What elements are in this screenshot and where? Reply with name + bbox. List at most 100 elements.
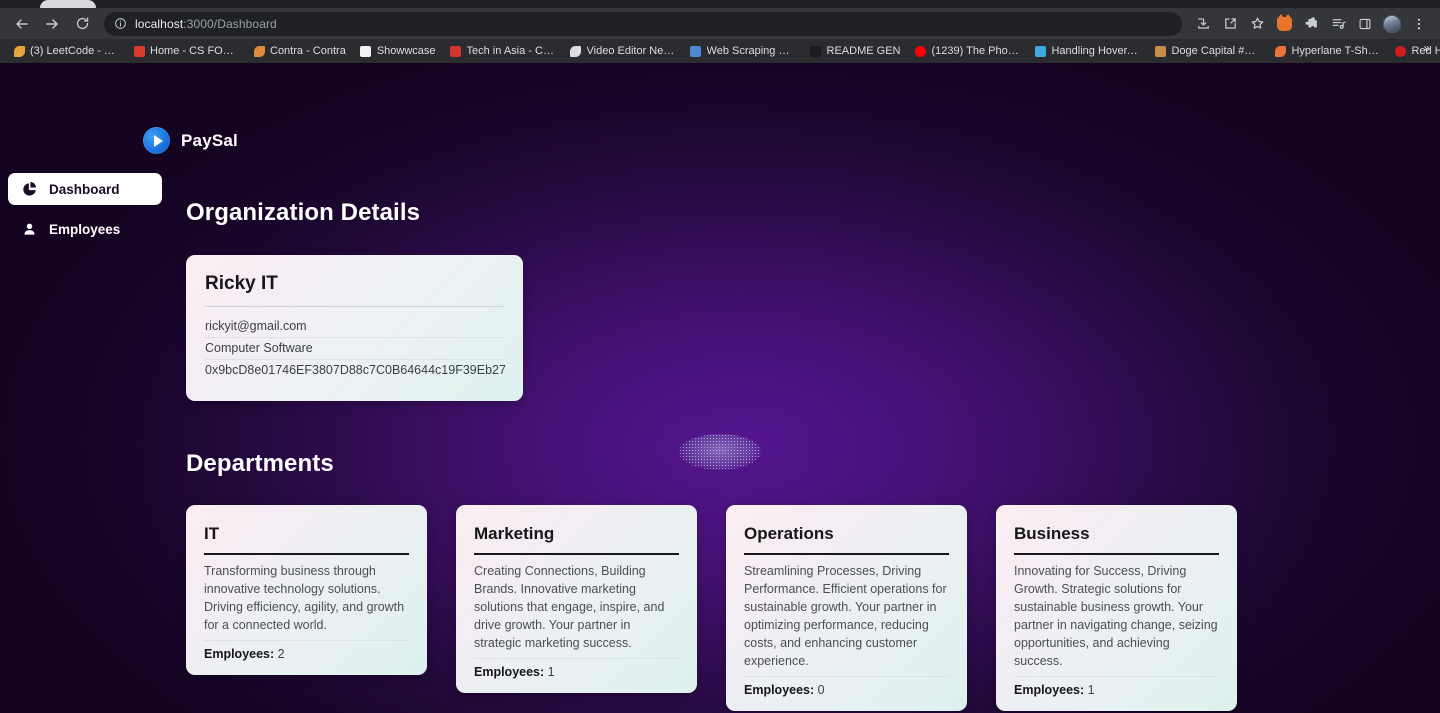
departments-grid: IT Transforming business through innovati…: [186, 505, 1440, 711]
css-tricks-icon: [1034, 45, 1046, 57]
bookmark-label: (3) LeetCode - The...: [30, 45, 119, 57]
bookmark-label: Doge Capital #0 -...: [1171, 45, 1261, 57]
info-circle-icon[interactable]: [114, 17, 127, 30]
department-employee-count: Employees: 1: [474, 659, 679, 679]
red-hen-lab-icon: [1394, 45, 1406, 57]
main-content: Organization Details Ricky IT rickyit@gm…: [186, 199, 1440, 711]
pie-chart-icon: [21, 181, 37, 197]
department-employee-count: Employees: 2: [204, 641, 409, 661]
bookmark-label: Video Editor Neede...: [586, 45, 676, 57]
toolbar-icon-group: [1190, 11, 1432, 37]
address-bar-url: localhost:3000/Dashboard: [135, 16, 277, 31]
employees-value: 1: [547, 665, 555, 679]
browser-tab-active[interactable]: [40, 0, 96, 8]
department-name: Business: [1014, 524, 1219, 555]
extensions-puzzle-icon[interactable]: [1298, 11, 1324, 37]
bookmark-item[interactable]: README GEN: [803, 43, 908, 59]
back-arrow-icon[interactable]: [8, 10, 36, 38]
department-description: Creating Connections, Building Brands. I…: [474, 562, 679, 659]
page-title-departments: Departments: [186, 450, 334, 477]
chrome-menu-icon[interactable]: [1406, 11, 1432, 37]
employees-label: Employees:: [744, 683, 815, 697]
side-panel-icon[interactable]: [1352, 11, 1378, 37]
tab-strip: [0, 0, 1440, 8]
brand-name: PaySal: [181, 130, 238, 150]
bookmark-item[interactable]: Showwcase: [353, 43, 443, 59]
bookmark-item[interactable]: (3) LeetCode - The...: [6, 43, 126, 59]
department-employee-count: Employees: 1: [1014, 677, 1219, 697]
bookmark-label: Hyperlane T-Shirt B...: [1291, 45, 1380, 57]
sidebar-item-dashboard[interactable]: Dashboard: [8, 173, 162, 205]
department-description: Transforming business through innovative…: [204, 562, 409, 641]
forward-arrow-icon[interactable]: [38, 10, 66, 38]
doge-capital-icon: [1154, 45, 1166, 57]
hyperlane-icon: [1274, 45, 1286, 57]
extension-fox-icon[interactable]: [1271, 11, 1297, 37]
employees-label: Employees:: [474, 665, 545, 679]
contra-icon: [253, 45, 265, 57]
readme-gen-icon: [810, 45, 822, 57]
department-description: Innovating for Success, Driving Growth. …: [1014, 562, 1219, 677]
app-page: PaySal Dashboard Employees Organization …: [0, 63, 1440, 713]
download-icon[interactable]: [1190, 11, 1216, 37]
tech-in-asia-icon: [450, 45, 462, 57]
bookmark-label: (1239) The Photo Al...: [931, 45, 1020, 57]
showwcase-icon: [360, 45, 372, 57]
bookmark-item[interactable]: Doge Capital #0 -...: [1147, 43, 1267, 59]
sidebar: Dashboard Employees: [0, 173, 170, 245]
organization-card: Ricky IT rickyit@gmail.com Computer Soft…: [186, 255, 523, 401]
department-card[interactable]: IT Transforming business through innovati…: [186, 505, 427, 675]
bookmark-item[interactable]: Web Scraping Usin...: [683, 43, 803, 59]
sidebar-item-label: Dashboard: [49, 181, 120, 197]
bookmark-item[interactable]: (1239) The Photo Al...: [907, 43, 1027, 59]
sidebar-item-employees[interactable]: Employees: [8, 213, 162, 245]
bookmark-label: README GEN: [826, 45, 901, 57]
employees-value: 2: [277, 647, 285, 661]
employees-label: Employees:: [204, 647, 275, 661]
bookmarks-overflow-button[interactable]: »: [1417, 41, 1436, 55]
department-name: Operations: [744, 524, 949, 555]
profile-avatar[interactable]: [1379, 11, 1405, 37]
bookmark-label: Tech in Asia - Conn...: [466, 45, 556, 57]
bookmark-item[interactable]: Home - CS FOR ALL: [126, 43, 246, 59]
department-name: Marketing: [474, 524, 679, 555]
bookmark-label: Showwcase: [376, 45, 436, 57]
organization-name: Ricky IT: [205, 273, 504, 307]
bookmark-item[interactable]: Tech in Asia - Conn...: [443, 43, 563, 59]
department-employee-count: Employees: 0: [744, 677, 949, 697]
paysal-play-logo-icon: [143, 127, 170, 154]
department-card[interactable]: Operations Streamlining Processes, Drivin…: [726, 505, 967, 711]
bookmark-item[interactable]: Hyperlane T-Shirt B...: [1267, 43, 1387, 59]
browser-window: localhost:3000/Dashboard (3) LeetCode - …: [0, 0, 1440, 713]
department-description: Streamlining Processes, Driving Performa…: [744, 562, 949, 677]
department-name: IT: [204, 524, 409, 555]
bookmark-label: Handling Hover, Fo...: [1051, 45, 1140, 57]
sidebar-item-label: Employees: [49, 221, 121, 237]
cs-for-all-icon: [133, 45, 145, 57]
bookmark-item[interactable]: Video Editor Neede...: [563, 43, 683, 59]
department-card[interactable]: Business Innovating for Success, Driving …: [996, 505, 1237, 711]
page-title-organization: Organization Details: [186, 199, 421, 226]
share-icon[interactable]: [1217, 11, 1243, 37]
bookmarks-bar: (3) LeetCode - The... Home - CS FOR ALL Co…: [0, 39, 1440, 63]
leetcode-icon: [13, 45, 25, 57]
bookmark-star-icon[interactable]: [1244, 11, 1270, 37]
browser-toolbar: localhost:3000/Dashboard: [0, 8, 1440, 39]
youtube-icon: [914, 45, 926, 57]
organization-industry: Computer Software: [205, 338, 504, 360]
reload-icon[interactable]: [68, 10, 96, 38]
brand-logo-group[interactable]: PaySal: [143, 127, 238, 154]
organization-wallet-address: 0x9bcD8e01746EF3807D88c7C0B64644c19F39Eb…: [205, 363, 506, 377]
bookmark-label: Contra - Contra: [270, 45, 346, 57]
employees-value: 1: [1087, 683, 1095, 697]
address-bar[interactable]: localhost:3000/Dashboard: [104, 11, 1182, 36]
bookmark-item[interactable]: Contra - Contra: [246, 43, 353, 59]
bookmark-label: Home - CS FOR ALL: [150, 45, 239, 57]
bookmark-item[interactable]: Handling Hover, Fo...: [1027, 43, 1147, 59]
organization-email: rickyit@gmail.com: [205, 316, 504, 338]
web-scraping-icon: [690, 45, 702, 57]
department-card[interactable]: Marketing Creating Connections, Building …: [456, 505, 697, 693]
reading-list-icon[interactable]: [1325, 11, 1351, 37]
bookmark-label: Web Scraping Usin...: [706, 45, 796, 57]
person-icon: [21, 221, 37, 237]
